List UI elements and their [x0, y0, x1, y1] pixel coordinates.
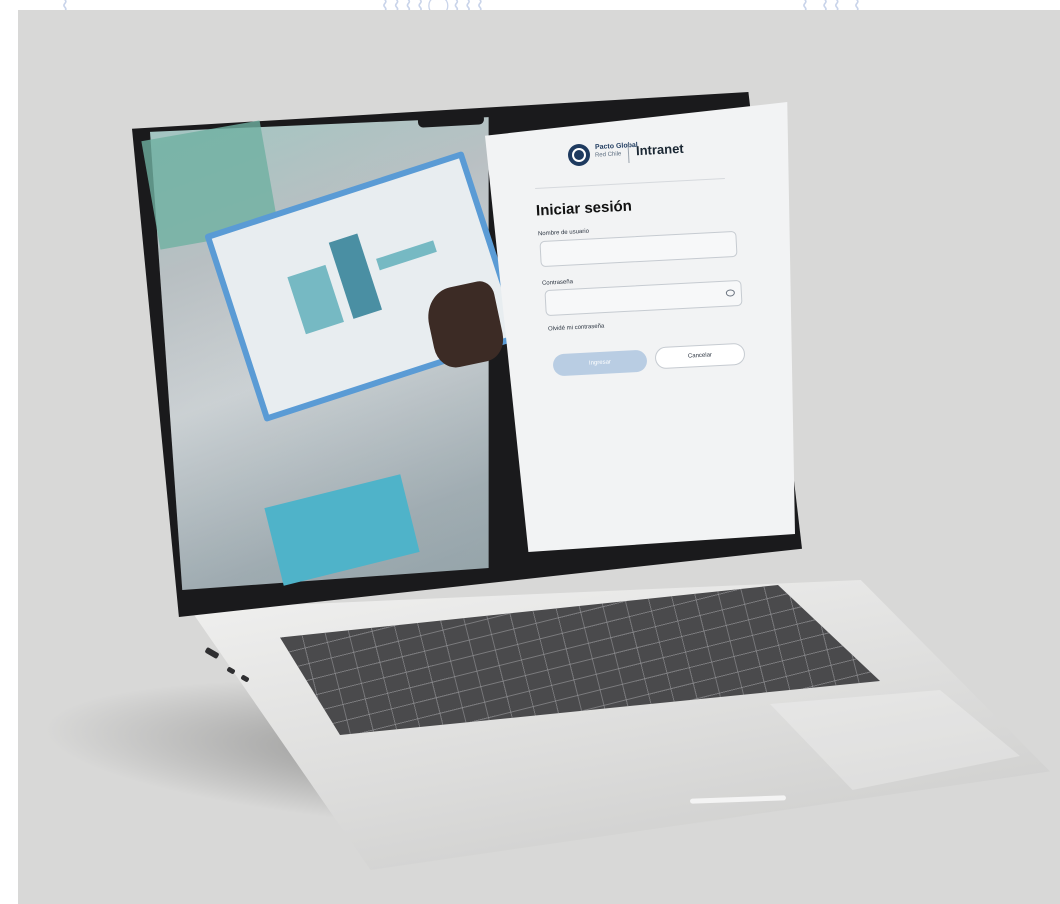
top-decoration-glyph: ⌇⌇⌇⌇◯⌇⌇⌇: [380, 0, 487, 10]
report-bar: [376, 240, 437, 271]
top-decoration-glyph: ⌇ ⌇⌇ ⌇: [800, 0, 864, 10]
globe-logo-icon: [568, 144, 590, 166]
report-bar: [287, 264, 344, 335]
product-name: Intranet: [635, 140, 685, 159]
eye-icon[interactable]: [725, 289, 736, 297]
usb-port: [226, 666, 236, 675]
top-decoration-strip: ⌇ ⌇⌇⌇⌇◯⌇⌇⌇ ⌇ ⌇⌇ ⌇: [0, 0, 1060, 10]
login-panel: [485, 102, 795, 552]
cancel-button[interactable]: Cancelar: [654, 342, 746, 370]
usb-port: [240, 674, 250, 683]
laptop-ports: [204, 646, 265, 690]
top-decoration-glyph: ⌇: [60, 0, 72, 10]
